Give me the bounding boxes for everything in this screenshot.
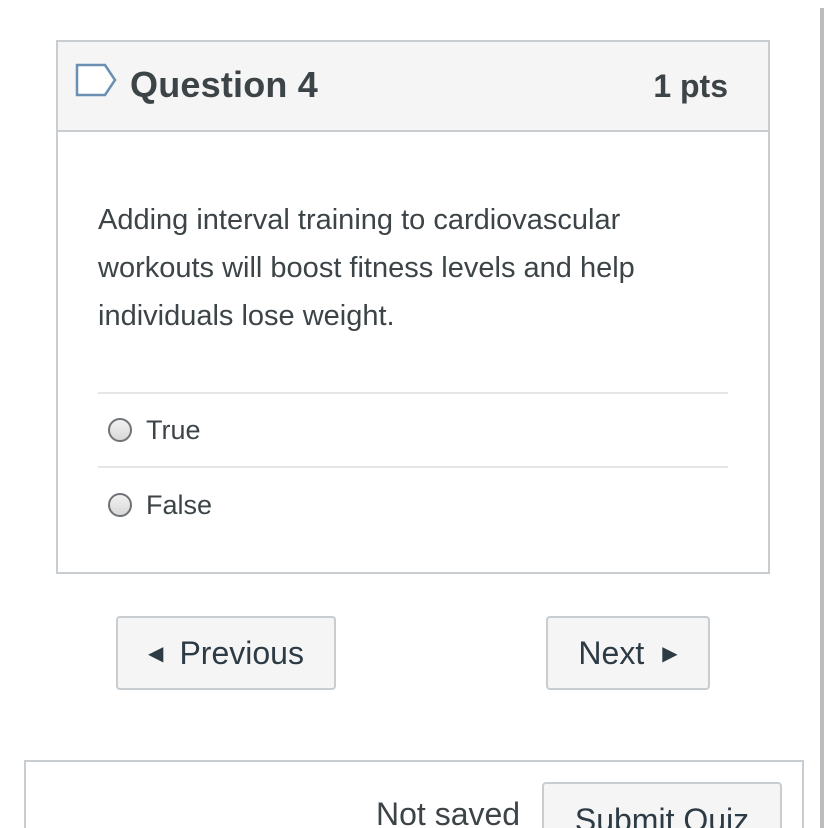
flag-question-icon[interactable] <box>74 62 118 98</box>
answer-option-true[interactable]: True <box>98 394 728 468</box>
question-text: Adding interval training to cardiovascul… <box>98 204 635 332</box>
quiz-page: Question 4 1 pts Adding interval trainin… <box>0 0 828 828</box>
question-points: 1 pts <box>653 68 728 104</box>
answer-list: True False <box>98 392 728 542</box>
question-card: Question 4 1 pts Adding interval trainin… <box>56 40 770 574</box>
save-status: Not saved <box>376 796 521 828</box>
next-button[interactable]: Next ▶ <box>546 616 710 690</box>
caret-left-icon: ◀ <box>148 642 164 665</box>
submit-quiz-button[interactable]: Submit Quiz <box>542 782 782 828</box>
question-title: Question 4 <box>130 64 319 105</box>
answer-option-false[interactable]: False <box>98 468 728 542</box>
previous-button[interactable]: ◀ Previous <box>116 616 336 690</box>
radio-true[interactable] <box>108 418 132 442</box>
radio-false[interactable] <box>108 493 132 517</box>
caret-right-icon: ▶ <box>662 642 678 665</box>
answer-label-false: False <box>146 489 213 520</box>
submit-quiz-label: Submit Quiz <box>574 802 750 828</box>
answer-label-true: True <box>146 414 201 445</box>
next-label: Next <box>578 634 645 671</box>
previous-label: Previous <box>179 634 304 671</box>
page-scrollbar[interactable] <box>820 8 824 828</box>
question-body: Adding interval training to cardiovascul… <box>58 132 768 542</box>
question-header: Question 4 1 pts <box>58 42 768 132</box>
